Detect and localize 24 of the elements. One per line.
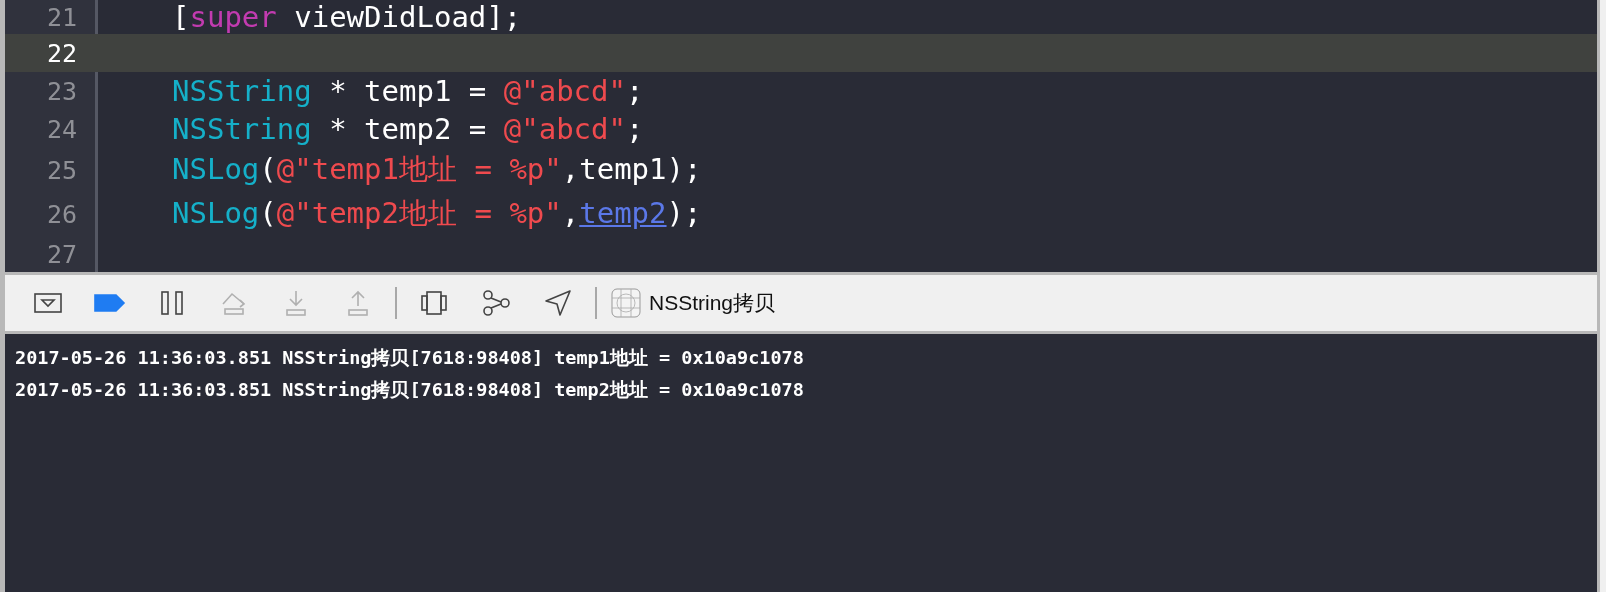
location-arrow-icon	[544, 289, 572, 317]
line-number: 24	[45, 114, 77, 144]
line-number: 21	[45, 2, 77, 32]
console-line: 2017-05-26 11:36:03.851 NSString拷贝[7618:98408] temp1地址 = 0x10a9c1078	[15, 346, 805, 370]
layers-icon	[420, 290, 448, 316]
code-line: NSString * temp2 = @"abcd";	[172, 112, 644, 146]
code-line: [super viewDidLoad];	[172, 0, 522, 34]
step-over-icon	[220, 290, 248, 316]
line-number: 27	[45, 239, 77, 269]
line-number: 22	[45, 38, 77, 68]
target-name[interactable]: NSString拷贝	[649, 289, 776, 317]
step-out-icon	[346, 289, 370, 317]
line-number: 25	[45, 155, 77, 185]
step-into-icon	[284, 289, 308, 317]
pause-icon	[159, 290, 185, 316]
app-grid-icon	[611, 288, 641, 318]
line-number: 26	[45, 199, 77, 229]
code-line: NSLog(@"temp1地址 = %p",temp1);	[172, 151, 702, 188]
tag-icon	[94, 293, 126, 313]
code-line: NSString * temp1 = @"abcd";	[172, 74, 644, 108]
console-line: 2017-05-26 11:36:03.851 NSString拷贝[7618:98408] temp2地址 = 0x10a9c1078	[15, 378, 805, 402]
nodes-icon	[481, 289, 511, 317]
code-line: NSLog(@"temp2地址 = %p",temp2);	[172, 195, 702, 232]
line-number: 23	[45, 76, 77, 106]
